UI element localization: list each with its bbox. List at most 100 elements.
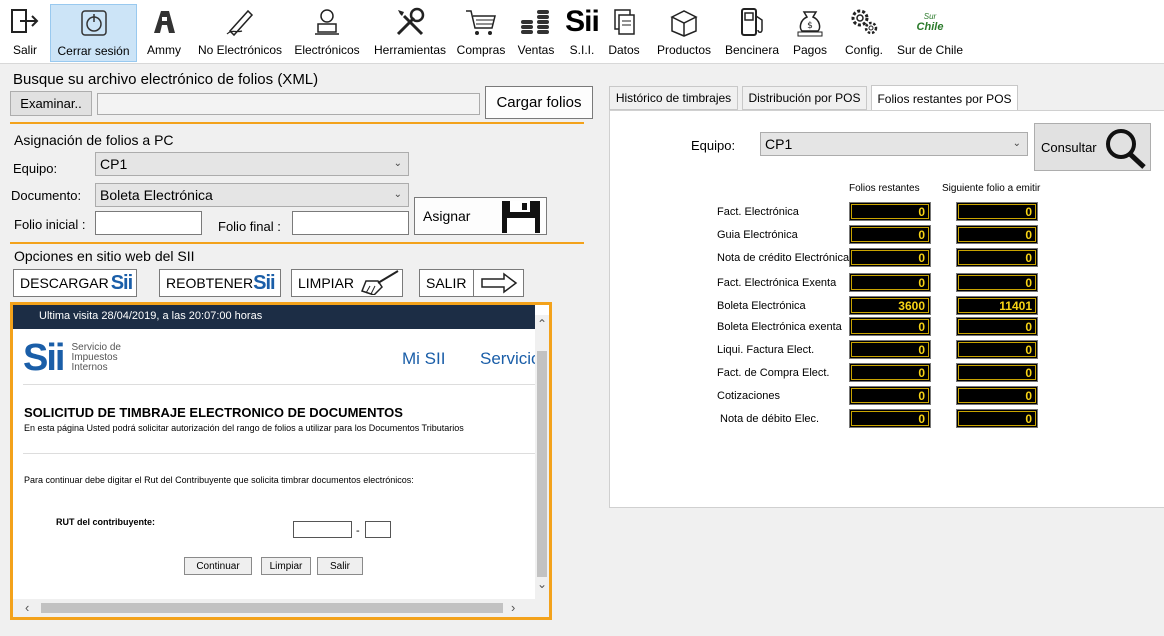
scroll-down-icon[interactable]: ⌄ bbox=[537, 577, 547, 591]
equipo-select[interactable]: CP1 ⌄ bbox=[95, 152, 409, 176]
toolbar-pagos-button[interactable]: $ Pagos bbox=[790, 4, 830, 62]
folios-remaining-value: 0 bbox=[849, 340, 931, 359]
folio-row-label: Fact. Electrónica Exenta bbox=[717, 277, 837, 289]
folio-row-label: Nota de crédito Electrónica bbox=[717, 252, 850, 264]
folio-row-label: Nota de débito Elec. bbox=[720, 413, 820, 425]
folios-restantes-panel: Equipo: CP1 ⌄ Consultar Folios restantes… bbox=[609, 110, 1164, 508]
coins-icon bbox=[516, 4, 556, 40]
exit-web-button[interactable]: SALIR bbox=[419, 269, 524, 297]
exit-icon bbox=[5, 4, 45, 40]
sii-logo-big: Sii bbox=[23, 337, 65, 379]
ammy-icon bbox=[144, 4, 184, 40]
toolbar-label: Herramientas bbox=[373, 43, 447, 57]
scroll-up-icon[interactable]: ⌃ bbox=[537, 317, 547, 331]
assign-section-title: Asignación de folios a PC bbox=[14, 132, 174, 148]
nav-servicios-link[interactable]: Servicio bbox=[480, 349, 540, 369]
folio-inicial-input[interactable] bbox=[95, 211, 202, 235]
toolbar-label: Cerrar sesión bbox=[57, 44, 130, 58]
toolbar-sur-de-chile-button[interactable]: Sur Chile Sur de Chile bbox=[896, 4, 964, 62]
toolbar-bencinera-button[interactable]: Bencinera bbox=[722, 4, 782, 62]
assign-button[interactable]: Asignar bbox=[414, 197, 547, 235]
vertical-scroll-thumb[interactable] bbox=[537, 351, 547, 577]
web-page-heading: SOLICITUD DE TIMBRAJE ELECTRONICO DE DOC… bbox=[24, 405, 403, 420]
broom-icon bbox=[356, 269, 402, 298]
next-folio-value: 0 bbox=[956, 386, 1038, 405]
folio-row-label: Boleta Electrónica exenta bbox=[717, 321, 842, 333]
section-divider bbox=[10, 122, 584, 124]
rut-dash: - bbox=[356, 525, 360, 537]
xml-section-title: Busque su archivo electrónico de folios … bbox=[13, 71, 319, 88]
toolbar-label: Config. bbox=[844, 43, 884, 57]
gears-icon bbox=[844, 4, 884, 40]
tab-historico[interactable]: Histórico de timbrajes bbox=[609, 86, 738, 110]
load-folios-button[interactable]: Cargar folios bbox=[485, 86, 593, 119]
close-session-icon bbox=[74, 5, 114, 41]
scroll-left-icon[interactable]: ‹ bbox=[25, 600, 29, 615]
equipo-label: Equipo: bbox=[13, 161, 58, 176]
sur-logo-line: Chile bbox=[916, 21, 944, 33]
scroll-right-icon[interactable]: › bbox=[511, 600, 515, 615]
user-computer-icon bbox=[307, 4, 347, 40]
toolbar-no-electronicos-button[interactable]: No Electrónicos bbox=[194, 4, 286, 62]
folio-final-label: Folio final : bbox=[218, 219, 281, 234]
toolbar-ammy-button[interactable]: Ammy bbox=[142, 4, 186, 62]
toolbar-herramientas-button[interactable]: Herramientas bbox=[372, 4, 448, 62]
tools-icon bbox=[390, 4, 430, 40]
web-clear-button[interactable]: Limpiar bbox=[261, 557, 311, 575]
folios-equipo-select[interactable]: CP1 ⌄ bbox=[760, 132, 1028, 156]
toolbar-compras-button[interactable]: Compras bbox=[454, 4, 508, 62]
toolbar-sii-button[interactable]: Sii S.I.I. bbox=[562, 4, 602, 62]
web-instruction-text: Para continuar debe digitar el Rut del C… bbox=[24, 475, 414, 485]
nav-mi-sii-link[interactable]: Mi SII bbox=[402, 349, 445, 369]
tab-folios-restantes[interactable]: Folios restantes por POS bbox=[871, 85, 1018, 111]
folios-remaining-value: 0 bbox=[849, 386, 931, 405]
col-header-remaining: Folios restantes bbox=[849, 183, 920, 194]
next-folio-value: 11401 bbox=[956, 296, 1038, 315]
next-folio-value: 0 bbox=[956, 409, 1038, 428]
equipo-selected-value: CP1 bbox=[100, 156, 128, 172]
download-button[interactable]: DESCARGAR Sii bbox=[13, 269, 137, 297]
next-folio-value: 0 bbox=[956, 317, 1038, 336]
folio-row-label: Fact. de Compra Elect. bbox=[717, 367, 830, 379]
arrow-right-icon bbox=[473, 269, 523, 297]
clear-button[interactable]: LIMPIAR bbox=[291, 269, 403, 297]
next-folio-value: 0 bbox=[956, 248, 1038, 267]
content-divider bbox=[23, 453, 535, 454]
vertical-scrollbar[interactable]: ⌃ ⌄ bbox=[535, 315, 549, 599]
web-continue-button[interactable]: Continuar bbox=[184, 557, 252, 575]
horizontal-scroll-thumb[interactable] bbox=[41, 603, 503, 613]
toolbar-label: Compras bbox=[456, 43, 506, 57]
toolbar-config-button[interactable]: Config. bbox=[840, 4, 888, 62]
rut-dv-input[interactable] bbox=[365, 521, 391, 538]
toolbar-ventas-button[interactable]: Ventas bbox=[514, 4, 558, 62]
web-exit-button[interactable]: Salir bbox=[317, 557, 363, 575]
tab-distribucion[interactable]: Distribución por POS bbox=[742, 86, 867, 110]
toolbar-productos-button[interactable]: Productos bbox=[652, 4, 716, 62]
toolbar-label: S.I.I. bbox=[569, 43, 595, 57]
documento-select[interactable]: Boleta Electrónica ⌄ bbox=[95, 183, 409, 207]
next-folio-value: 0 bbox=[956, 225, 1038, 244]
toolbar-label: Pagos bbox=[792, 43, 828, 57]
web-options-title: Opciones en sitio web del SII bbox=[14, 248, 195, 264]
toolbar-label: No Electrónicos bbox=[197, 43, 283, 57]
consult-button[interactable]: Consultar bbox=[1034, 123, 1151, 171]
folios-remaining-value: 3600 bbox=[849, 296, 931, 315]
horizontal-scrollbar[interactable]: ‹ › bbox=[13, 599, 549, 617]
svg-text:$: $ bbox=[807, 21, 813, 31]
sii-web-browser[interactable]: Ultima visita 28/04/2019, a las 20:07:00… bbox=[10, 302, 552, 620]
reget-button-label: REOBTENER bbox=[166, 275, 254, 291]
toolbar-electronicos-button[interactable]: Electrónicos bbox=[292, 4, 362, 62]
folio-row-label: Liqui. Factura Elect. bbox=[717, 344, 815, 356]
rut-input[interactable] bbox=[293, 521, 352, 538]
xml-path-input[interactable] bbox=[97, 93, 480, 115]
browse-button[interactable]: Examinar.. bbox=[10, 91, 92, 116]
toolbar-label: Salir bbox=[12, 43, 37, 57]
toolbar-salir-button[interactable]: Salir bbox=[4, 4, 46, 62]
folio-final-input[interactable] bbox=[292, 211, 409, 235]
next-folio-value: 0 bbox=[956, 202, 1038, 221]
cart-icon bbox=[461, 4, 501, 40]
toolbar-datos-button[interactable]: Datos bbox=[605, 4, 643, 62]
floppy-disk-icon bbox=[498, 200, 544, 237]
reget-button[interactable]: REOBTENER Sii bbox=[159, 269, 281, 297]
toolbar-cerrar-sesion-button[interactable]: Cerrar sesión bbox=[50, 4, 137, 62]
